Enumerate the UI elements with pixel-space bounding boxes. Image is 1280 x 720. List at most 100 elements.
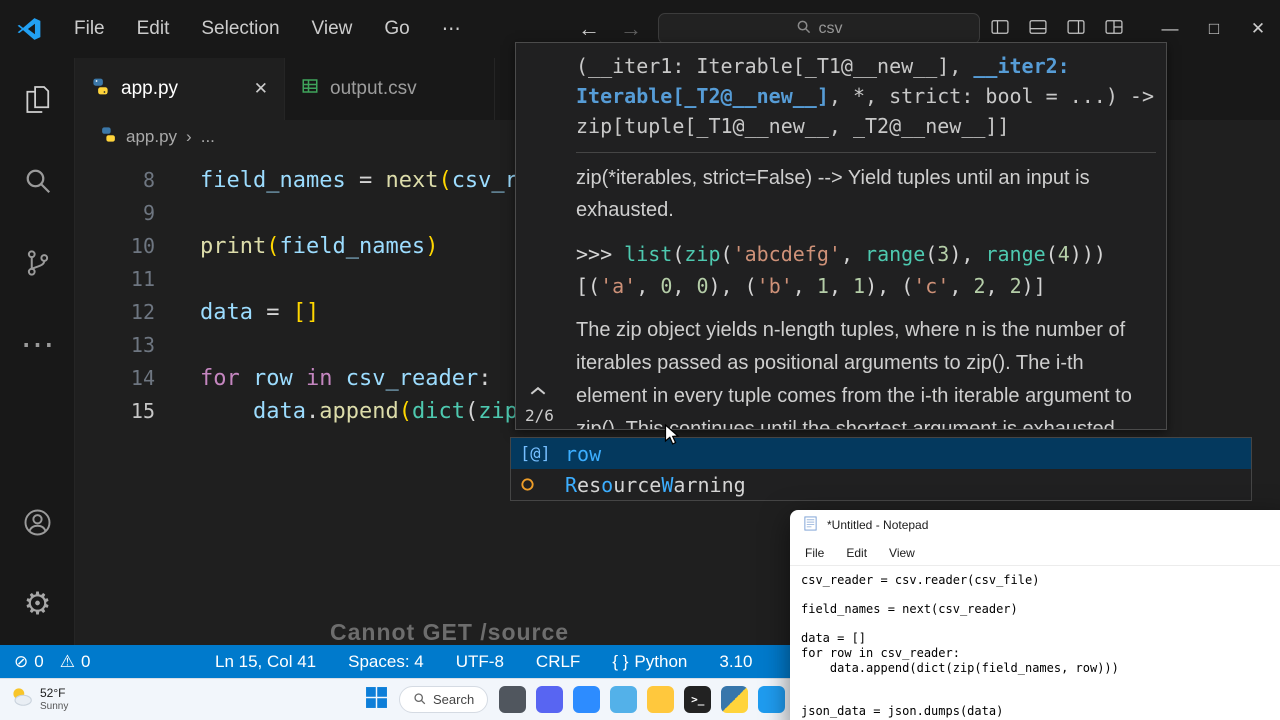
code-token: = (345, 168, 386, 193)
indent-setting[interactable]: Spaces: 4 (348, 652, 424, 672)
taskbar-search[interactable]: Search (399, 686, 489, 713)
maximize-button[interactable]: □ (1192, 0, 1236, 58)
notepad-title-bar[interactable]: *Untitled - Notepad (790, 510, 1280, 540)
python-icon[interactable] (721, 686, 749, 713)
warning-count[interactable]: ⚠ 0 (60, 652, 91, 672)
discord-icon[interactable] (536, 686, 564, 713)
menu-item-selection[interactable]: Selection (185, 12, 295, 47)
menu-item-file[interactable]: File (58, 12, 121, 47)
code-token: ), (949, 242, 986, 266)
weather-icon (8, 684, 34, 715)
line-number: 8 (142, 168, 155, 192)
parameter-hints-popup: 2/6 (__iter1: Iterable[_T1@__new__], __i… (515, 42, 1167, 430)
notepad-menu-edit[interactable]: Edit (835, 546, 878, 560)
code-token: data (200, 300, 253, 325)
weather-widget[interactable]: 52°F Sunny (8, 684, 68, 715)
code-token: range (865, 242, 926, 266)
forward-icon[interactable]: → (620, 16, 642, 42)
file-explorer-icon[interactable] (647, 686, 675, 713)
toggle-secondary-sidebar-icon[interactable] (1066, 17, 1086, 42)
warning-icon: ⚠ (59, 651, 75, 671)
code-text: print(field_names) (155, 230, 438, 263)
code-token: ( (925, 242, 938, 266)
doc-summary: zip(*iterables, strict=False) --> Yield … (576, 167, 1090, 221)
code-token: 4 (1057, 242, 1070, 266)
code-token: in (306, 366, 333, 391)
code-token: 'a' (600, 274, 637, 298)
ghost-text: Cannot GET /source (330, 619, 570, 645)
activity-bar: ⋯ ⚙ (0, 58, 75, 645)
notepad-menu-file[interactable]: File (794, 546, 835, 560)
menu-item-view[interactable]: View (296, 12, 369, 47)
search-view-icon[interactable] (0, 140, 75, 222)
vscode-icon[interactable] (758, 686, 786, 713)
language-mode[interactable]: { } Python (612, 652, 687, 672)
weather-text: 52°F Sunny (40, 686, 68, 713)
error-count[interactable]: ⊘ 0 (14, 652, 44, 672)
parameter-hints-gutter: 2/6 (516, 43, 576, 429)
code-token: 2 (973, 274, 986, 298)
customize-layout-icon[interactable] (1104, 17, 1124, 42)
close-button[interactable]: ✕ (1236, 0, 1280, 58)
pinned-apps: >_ (499, 686, 786, 713)
source-control-icon[interactable] (0, 222, 75, 304)
close-icon[interactable]: ✕ (254, 79, 268, 99)
line-number: 10 (130, 234, 155, 258)
terminal-icon[interactable]: >_ (684, 686, 712, 713)
breadcrumb[interactable]: app.py › ... (100, 126, 215, 148)
notepad-menu-view[interactable]: View (878, 546, 926, 560)
toggle-panel-icon[interactable] (1028, 17, 1048, 42)
line-number: 13 (130, 333, 155, 357)
mail-icon[interactable] (610, 686, 638, 713)
code-token: list (624, 242, 673, 266)
explorer-icon[interactable] (0, 58, 75, 140)
code-token: , (672, 274, 697, 298)
gear-icon: ⚙ (23, 586, 52, 621)
suggestion-row[interactable]: [@] row (511, 438, 1251, 469)
eol-setting[interactable]: CRLF (536, 652, 580, 672)
start-button[interactable] (365, 686, 388, 714)
chevron-up-icon[interactable] (529, 383, 547, 401)
breadcrumb-tail[interactable]: ... (201, 127, 215, 147)
suggest-widget: [@] row ResourceWarning (510, 437, 1252, 501)
error-icon: ⊘ (14, 651, 29, 671)
zoom-icon[interactable] (573, 686, 601, 713)
screen-capture-icon[interactable] (499, 686, 527, 713)
tab-output-csv[interactable]: output.csv (285, 58, 495, 120)
code-token: data (252, 399, 306, 424)
python-interpreter[interactable]: 3.10 (719, 652, 752, 672)
tab-app-py[interactable]: app.py ✕ (75, 58, 285, 120)
breadcrumb-file[interactable]: app.py (126, 127, 177, 147)
code-token: ), ( (865, 274, 914, 298)
cursor-position[interactable]: Ln 15, Col 41 (215, 652, 316, 672)
back-icon[interactable]: ← (578, 16, 600, 42)
encoding[interactable]: UTF-8 (456, 652, 504, 672)
menu-item-more[interactable]: ⋯ (426, 12, 477, 47)
menu-item-edit[interactable]: Edit (121, 12, 186, 47)
toggle-primary-sidebar-icon[interactable] (990, 17, 1010, 42)
suggestion-resourcewarning[interactable]: ResourceWarning (511, 469, 1251, 500)
line-number: 9 (142, 201, 155, 225)
notepad-line (801, 617, 1279, 632)
problems-summary[interactable]: ⊘ 0 ⚠ 0 (14, 652, 90, 672)
code-token: , (792, 274, 817, 298)
settings-gear-icon[interactable]: ⚙ (0, 563, 75, 645)
menu-item-go[interactable]: Go (368, 12, 425, 47)
command-center-search[interactable]: csv (658, 13, 980, 44)
taskbar-center: Search >_ (365, 686, 786, 714)
account-icon[interactable] (0, 481, 75, 563)
notepad-window: *Untitled - Notepad File Edit View csv_rea… (790, 510, 1280, 720)
notepad-line (801, 588, 1279, 603)
more-views-icon[interactable]: ⋯ (0, 304, 75, 386)
code-token: 3 (937, 242, 950, 266)
overload-counter: 2/6 (525, 406, 554, 425)
signature-part: (__iter1: Iterable[_T1@__new__], (576, 54, 974, 78)
notepad-content[interactable]: csv_reader = csv.reader(csv_file) field_… (790, 566, 1280, 720)
doc-code-line: >>> list(zip('abcdefg', range(3), range(… (576, 238, 1156, 270)
notepad-line: for row in csv_reader: (801, 645, 960, 660)
code-token: csv_reader (345, 366, 479, 391)
code-token: , (636, 274, 661, 298)
error-count-value: 0 (34, 651, 44, 671)
